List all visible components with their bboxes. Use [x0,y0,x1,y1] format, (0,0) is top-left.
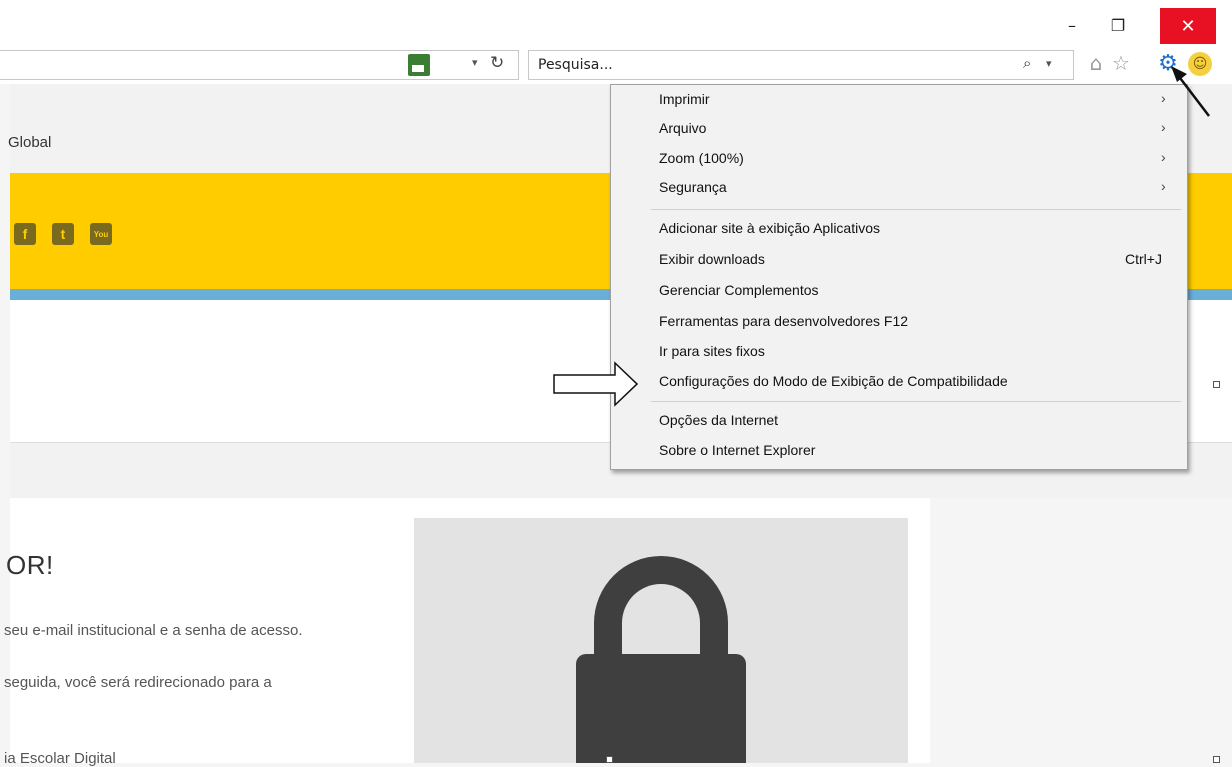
menu-item-label: Gerenciar Complementos [659,282,819,298]
menu-item-label: Ir para sites fixos [659,343,765,359]
callout-arrow-icon [553,361,639,407]
submenu-arrow-icon: › [1161,149,1166,165]
favorites-icon[interactable]: ☆ [1110,50,1132,76]
tools-menu: Imprimir › Arquivo › Zoom (100%) › Segur… [610,84,1188,470]
search-dropdown-icon[interactable]: ▾ [1046,57,1052,70]
menu-item-sobre-ie[interactable]: Sobre o Internet Explorer [611,438,1187,464]
search-placeholder: Pesquisa... [538,57,613,73]
browser-toolbar: ▾ ↻ Pesquisa... ⌕ ▾ ⌂ ☆ ⚙ ☺ [0,44,1232,84]
card-text-line: seguida, você será redirecionado para a [4,674,272,691]
pointer-arrow-icon [1171,66,1210,117]
minimize-button[interactable]: – [1050,8,1094,42]
lock-icon [576,654,746,763]
menu-item-label: Opções da Internet [659,412,779,428]
menu-item-label: Zoom (100%) [659,150,744,166]
menu-item-ferramentas-f12[interactable]: Ferramentas para desenvolvedores F12 [611,309,1187,335]
lock-illustration [414,518,908,763]
search-icon[interactable]: ⌕ [1023,54,1031,72]
nav-link-global[interactable]: Global [8,134,51,151]
close-button[interactable]: ✕ [1160,8,1216,44]
menu-item-label: Exibir downloads [659,251,765,267]
submenu-arrow-icon: › [1161,178,1166,194]
card-text-line: seu e-mail institucional e a senha de ac… [4,622,303,639]
menu-separator [651,209,1181,210]
menu-item-adicionar-aplicativos[interactable]: Adicionar site à exibição Aplicativos [611,216,1187,242]
resize-handle[interactable] [1213,381,1220,388]
menu-item-label: Ferramentas para desenvolvedores F12 [659,313,909,329]
refresh-icon[interactable]: ↻ [490,53,504,73]
menu-item-compatibilidade[interactable]: Configurações do Modo de Exibição de Com… [611,369,1187,395]
card-text-line: ia Escolar Digital [4,750,116,767]
menu-item-exibir-downloads[interactable]: Exibir downloads Ctrl+J [611,247,1187,273]
card-title: OR! [6,550,54,580]
menu-item-label: Imprimir [659,91,710,107]
menu-item-zoom[interactable]: Zoom (100%) › [611,146,1187,172]
menu-item-imprimir[interactable]: Imprimir › [611,87,1187,113]
site-icon [408,54,430,76]
menu-item-opcoes-internet[interactable]: Opções da Internet [611,408,1187,434]
home-icon[interactable]: ⌂ [1085,50,1107,76]
facebook-icon[interactable]: f [14,223,36,245]
resize-handle[interactable] [606,756,613,763]
menu-item-label: Sobre o Internet Explorer [659,442,816,458]
menu-shortcut: Ctrl+J [1125,251,1162,267]
menu-item-sites-fixos[interactable]: Ir para sites fixos [611,339,1187,365]
menu-item-gerenciar-complementos[interactable]: Gerenciar Complementos [611,278,1187,304]
menu-item-label: Segurança [659,179,727,195]
resize-handle[interactable] [1213,756,1220,763]
twitter-icon[interactable]: t [52,223,74,245]
restore-button[interactable]: ❐ [1096,8,1140,42]
menu-item-label: Arquivo [659,120,707,136]
submenu-arrow-icon: › [1161,119,1166,135]
menu-item-arquivo[interactable]: Arquivo › [611,116,1187,142]
menu-item-seguranca[interactable]: Segurança › [611,175,1187,201]
address-bar[interactable]: ▾ ↻ [0,50,519,80]
title-bar: – ❐ ✕ [0,0,1232,44]
search-input[interactable]: Pesquisa... ⌕ ▾ [528,50,1074,80]
address-dropdown-icon[interactable]: ▾ [472,56,478,69]
login-card: OR! seu e-mail institucional e a senha d… [4,498,930,767]
youtube-icon[interactable]: You [90,223,112,245]
menu-item-label: Adicionar site à exibição Aplicativos [659,220,881,236]
menu-separator [651,401,1181,402]
menu-item-label: Configurações do Modo de Exibição de Com… [659,373,1008,389]
